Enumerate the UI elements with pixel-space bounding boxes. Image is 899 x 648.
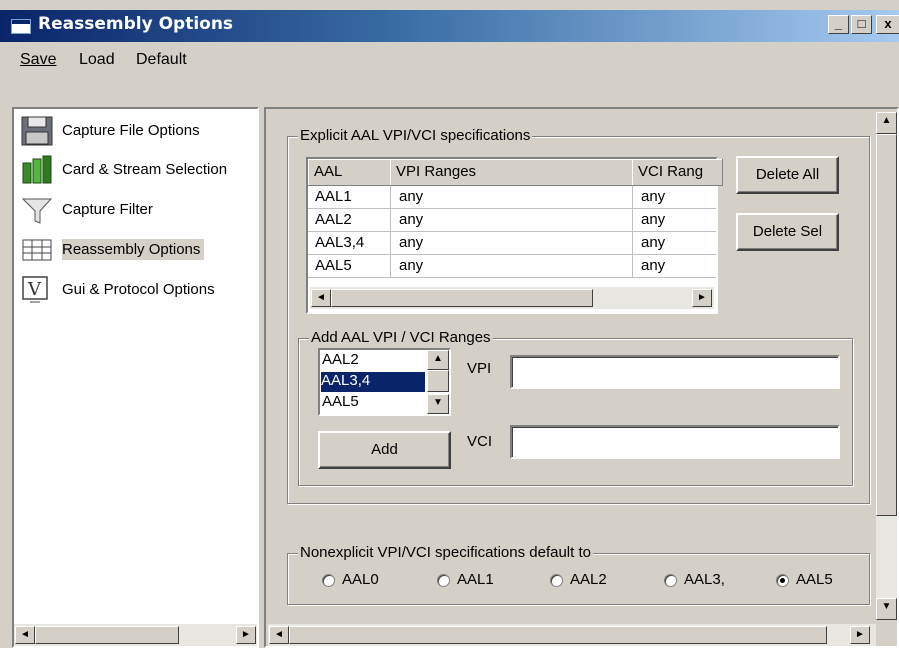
scroll-thumb[interactable]: [289, 626, 827, 644]
scroll-down-button[interactable]: ▼: [427, 394, 449, 414]
reassembly-icon: [22, 239, 52, 261]
cell-vci: any: [641, 257, 666, 274]
radio-label: AAL5: [796, 571, 833, 588]
scroll-up-button[interactable]: ▲: [876, 112, 897, 134]
card-icon: [22, 155, 52, 184]
radio-button[interactable]: [437, 574, 450, 587]
scroll-right-button[interactable]: ►: [236, 626, 256, 644]
nav-item-capture-file-options[interactable]: Capture File Options: [20, 114, 248, 148]
nav-label: Card & Stream Selection: [62, 161, 228, 178]
table-row[interactable]: AAL5 any any: [308, 255, 716, 278]
column-header-vci-ranges[interactable]: VCI Rang: [632, 159, 723, 186]
app-window-icon: [11, 19, 31, 34]
close-button[interactable]: x: [876, 15, 899, 34]
menu-load[interactable]: Load: [79, 51, 115, 69]
cell-aal: AAL5: [315, 257, 352, 274]
delete-sel-button[interactable]: Delete Sel: [736, 213, 839, 251]
cell-vpi: any: [399, 211, 424, 228]
nonexplicit-title: Nonexplicit VPI/VCI specifications defau…: [298, 544, 593, 561]
menu-load-label: Load: [79, 51, 115, 68]
nav-label: Gui & Protocol Options: [62, 281, 215, 298]
funnel-icon: [21, 198, 53, 224]
menu-save-label: Save: [20, 51, 57, 68]
cell-vpi: any: [399, 257, 424, 274]
scroll-up-button[interactable]: ▲: [427, 350, 449, 370]
list-item[interactable]: AAL5: [322, 393, 426, 413]
scroll-thumb[interactable]: [876, 134, 897, 516]
window-title: Reassembly Options: [38, 14, 234, 34]
scroll-thumb[interactable]: [35, 626, 179, 644]
radio-aal5[interactable]: AAL5: [776, 571, 854, 591]
menu-default-label: Default: [136, 51, 187, 68]
nav-label: Capture Filter: [62, 201, 153, 218]
list-item-selected[interactable]: AAL3,4: [321, 372, 425, 392]
vci-input[interactable]: [510, 425, 840, 459]
add-ranges-title: Add AAL VPI / VCI Ranges: [309, 329, 493, 346]
title-bar: Reassembly Options: [0, 10, 899, 42]
cell-vci: any: [641, 211, 666, 228]
radio-button-selected[interactable]: [776, 574, 789, 587]
cell-vpi: any: [399, 188, 424, 205]
floppy-disk-icon: [21, 116, 53, 146]
radio-button[interactable]: [664, 574, 677, 587]
svg-text:V: V: [27, 279, 42, 300]
scroll-right-button[interactable]: ►: [850, 626, 870, 644]
vpi-label: VPI: [467, 360, 492, 377]
table-row[interactable]: AAL2 any any: [308, 209, 716, 232]
radio-aal2[interactable]: AAL2: [550, 571, 628, 591]
radio-label: AAL2: [570, 571, 607, 588]
list-item[interactable]: AAL2: [322, 351, 426, 371]
cell-vpi: any: [399, 234, 424, 251]
nav-item-reassembly-options[interactable]: Reassembly Options: [20, 233, 248, 267]
scroll-left-button[interactable]: ◄: [15, 626, 35, 644]
table-row[interactable]: AAL3,4 any any: [308, 232, 716, 255]
explicit-specs-title: Explicit AAL VPI/VCI specifications: [298, 127, 533, 144]
scroll-down-button[interactable]: ▼: [876, 598, 897, 620]
nav-label: Capture File Options: [62, 122, 200, 139]
column-header-aal[interactable]: AAL: [308, 159, 397, 186]
table-row[interactable]: AAL1 any any: [308, 186, 716, 209]
minimize-button[interactable]: _: [828, 15, 849, 34]
scroll-thumb[interactable]: [331, 289, 593, 307]
nav-item-capture-filter[interactable]: Capture Filter: [20, 193, 248, 227]
column-header-vpi-ranges[interactable]: VPI Ranges: [390, 159, 639, 186]
radio-aal34[interactable]: AAL3,: [664, 571, 742, 591]
cell-aal: AAL2: [315, 211, 352, 228]
radio-label: AAL3,: [684, 571, 725, 588]
radio-aal0[interactable]: AAL0: [322, 571, 400, 591]
vpi-input[interactable]: [510, 355, 840, 389]
cell-vci: any: [641, 234, 666, 251]
nav-item-card-stream-selection[interactable]: Card & Stream Selection: [20, 153, 248, 187]
scroll-right-button[interactable]: ►: [692, 289, 712, 307]
cell-aal: AAL3,4: [315, 234, 365, 251]
radio-aal1[interactable]: AAL1: [437, 571, 515, 591]
scroll-left-button[interactable]: ◄: [311, 289, 331, 307]
radio-label: AAL1: [457, 571, 494, 588]
vci-label: VCI: [467, 433, 493, 450]
monitor-icon: V: [22, 276, 48, 303]
radio-button[interactable]: [550, 574, 563, 587]
radio-button[interactable]: [322, 574, 335, 587]
add-button[interactable]: Add: [318, 431, 451, 469]
scroll-thumb[interactable]: [427, 370, 449, 392]
radio-label: AAL0: [342, 571, 379, 588]
aal-spec-table[interactable]: AAL VPI Ranges VCI Rang AAL1 any any AAL…: [306, 157, 723, 314]
nav-label: Reassembly Options: [62, 239, 205, 260]
maximize-button[interactable]: □: [851, 15, 872, 34]
delete-all-button[interactable]: Delete All: [736, 156, 839, 194]
scroll-left-button[interactable]: ◄: [269, 626, 289, 644]
menu-default[interactable]: Default: [136, 51, 187, 69]
options-nav-panel: [12, 107, 259, 648]
cell-aal: AAL1: [315, 188, 352, 205]
aal-listbox[interactable]: AAL2 AAL3,4 AAL5 ▲ ▼: [318, 348, 451, 416]
cell-vci: any: [641, 188, 666, 205]
nav-item-gui-protocol-options[interactable]: V Gui & Protocol Options: [20, 273, 248, 307]
menu-save[interactable]: Save: [20, 51, 56, 69]
